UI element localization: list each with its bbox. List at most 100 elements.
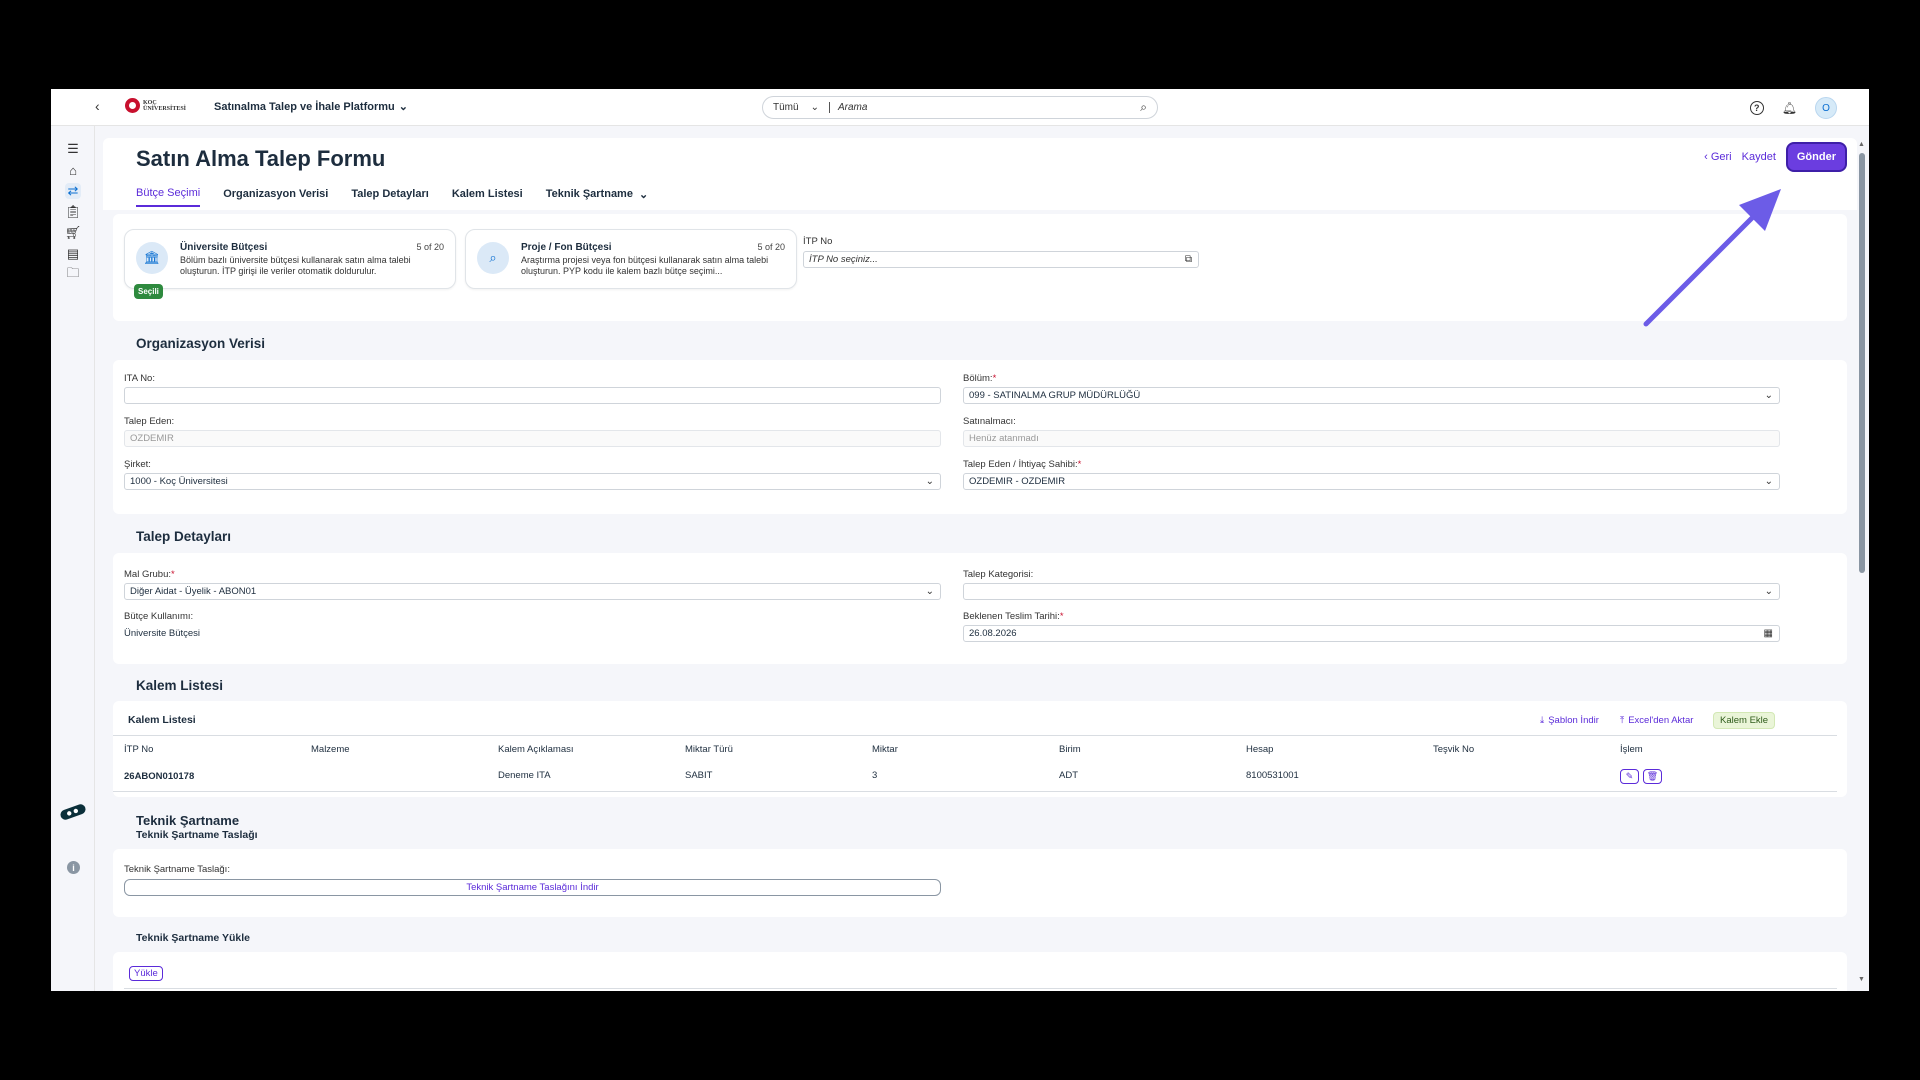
spec-draft-title: Teknik Şartname Taslağı xyxy=(136,829,258,841)
add-item-button[interactable]: Kalem Ekle xyxy=(1713,712,1776,729)
upload-icon: ⤒ xyxy=(1620,715,1625,726)
tab-budget[interactable]: Bütçe Seçimi xyxy=(136,187,201,207)
app-window: ‹ KOÇ ÜNİVERSİTESİ Satınalma Talep ve İh… xyxy=(51,89,1869,991)
budget-selection-card: 🏛︎ Üniversite Bütçesi 5 of 20 Bölüm bazl… xyxy=(113,214,1847,321)
back-button[interactable]: ‹ Geri xyxy=(1704,151,1732,163)
spec-upload-title: Teknik Şartname Yükle xyxy=(136,932,250,944)
items-card: Kalem Listesi ⤓ Şablon İndir ⤒ Excel'den A… xyxy=(113,701,1847,797)
bandage-icon[interactable] xyxy=(57,802,89,822)
calendar-icon[interactable]: ▦ xyxy=(1764,628,1773,639)
upload-button[interactable]: Yükle xyxy=(129,966,163,981)
upload-divider xyxy=(124,988,1837,989)
side-navigation: ☰ ⌂ ⇄ 📋︎ 🛒︎ ▤ 🗀 i xyxy=(51,126,95,991)
table-row-divider xyxy=(113,791,1837,792)
page-title: Satın Alma Talep Formu xyxy=(136,146,386,171)
column-header: İTP No xyxy=(124,744,154,755)
tile-title: Proje / Fon Bütçesi xyxy=(521,242,612,253)
column-header: Malzeme xyxy=(311,744,350,755)
ita-input[interactable] xyxy=(124,387,941,404)
search-scope-value: Tümü xyxy=(773,102,799,113)
scroll-up-icon[interactable]: ▲ xyxy=(1858,141,1865,148)
send-button[interactable]: Gönder xyxy=(1785,142,1847,172)
department-label: Bölüm:* xyxy=(963,373,997,384)
cell-quantity: 3 xyxy=(872,770,878,781)
details-card: Mal Grubu:* Diğer Aidat - Üyelik - ABON0… xyxy=(113,553,1847,664)
bell-icon[interactable]: 🔔︎ xyxy=(1782,101,1797,115)
cell-account: 8100531001 xyxy=(1246,770,1299,781)
page-header: Satın Alma Talep Formu Bütçe Seçimi Orga… xyxy=(103,138,1857,210)
university-budget-tile[interactable]: 🏛︎ Üniversite Bütçesi 5 of 20 Bölüm bazl… xyxy=(124,229,456,289)
tile-description: Araştırma projesi veya fon bütçesi kulla… xyxy=(521,255,769,276)
shell-bar: ‹ KOÇ ÜNİVERSİTESİ Satınalma Talep ve İh… xyxy=(51,89,1869,126)
chevron-down-icon: ⌄ xyxy=(638,188,649,201)
itp-label: İTP No xyxy=(803,236,833,247)
search-icon[interactable]: ⌕ xyxy=(1140,100,1147,115)
download-template-button[interactable]: ⤓ Şablon İndir xyxy=(1540,715,1599,726)
section-title-organization: Organizasyon Verisi xyxy=(136,336,266,351)
material-group-select[interactable]: Diğer Aidat - Üyelik - ABON01 ⌄ xyxy=(124,583,941,600)
ita-label: ITA No: xyxy=(124,373,155,384)
avatar[interactable]: O xyxy=(1815,97,1837,119)
organization-card: ITA No: Bölüm:* 099 - SATINALMA GRUP MÜD… xyxy=(113,360,1847,514)
column-header: Teşvik No xyxy=(1433,744,1475,755)
koc-logo[interactable]: KOÇ ÜNİVERSİTESİ xyxy=(125,98,186,113)
object-page: Satın Alma Talep Formu Bütçe Seçimi Orga… xyxy=(103,138,1857,991)
logo-mark-icon xyxy=(125,98,140,113)
chevron-down-icon: ⌄ xyxy=(925,586,934,597)
tab-organization[interactable]: Organizasyon Verisi xyxy=(223,187,328,207)
scrollbar-thumb[interactable] xyxy=(1859,153,1865,573)
company-label: Şirket: xyxy=(124,459,151,470)
tab-items[interactable]: Kalem Listesi xyxy=(452,187,523,207)
page-scrollbar[interactable]: ▲ ▼ xyxy=(1858,141,1866,985)
menu-icon[interactable]: ☰ xyxy=(65,141,81,157)
import-excel-button[interactable]: ⤒ Excel'den Aktar xyxy=(1620,715,1693,726)
itp-placeholder: İTP No seçiniz... xyxy=(809,254,878,265)
category-label: Talep Kategorisi: xyxy=(963,569,1034,580)
material-group-label: Mal Grubu:* xyxy=(124,569,175,580)
value-help-icon[interactable]: ⧉ xyxy=(1185,254,1192,265)
owner-select[interactable]: OZDEMIR - OZDEMIR ⌄ xyxy=(963,473,1780,490)
chevron-down-icon: ⌄ xyxy=(1764,476,1773,487)
annotation-arrow-icon xyxy=(1643,189,1781,327)
document-list-icon[interactable]: ▤ xyxy=(65,246,81,262)
edit-icon[interactable]: ✎ xyxy=(1620,769,1639,784)
cell-unit: ADT xyxy=(1059,770,1078,781)
department-select[interactable]: 099 - SATINALMA GRUP MÜDÜRLÜĞÜ ⌄ xyxy=(963,387,1780,404)
download-icon: ⤓ xyxy=(1540,715,1545,726)
save-button[interactable]: Kaydet xyxy=(1742,151,1776,163)
column-header: Hesap xyxy=(1246,744,1274,755)
building-icon: 🏛︎ xyxy=(136,242,168,274)
delivery-date-picker[interactable]: 26.08.2026 ▦ xyxy=(963,625,1780,642)
spec-draft-card: Teknik Şartname Taslağı: Teknik Şartname… xyxy=(113,849,1847,917)
info-icon[interactable]: i xyxy=(67,861,80,874)
search-scope-select[interactable]: Tümü ⌄ xyxy=(763,102,819,113)
home-icon[interactable]: ⌂ xyxy=(65,162,81,178)
cart-icon[interactable]: 🛒︎ xyxy=(65,225,82,241)
category-select[interactable]: ⌄ xyxy=(963,583,1780,600)
buyer-field: Henüz atanmadı xyxy=(963,430,1780,447)
project-budget-tile[interactable]: ⌕ Proje / Fon Bütçesi 5 of 20 Araştırma … xyxy=(465,229,797,289)
delete-icon[interactable]: 🗑︎ xyxy=(1643,769,1662,784)
help-icon[interactable]: ? xyxy=(1749,101,1764,115)
company-select[interactable]: 1000 - Koç Üniversitesi ⌄ xyxy=(124,473,941,490)
scroll-down-icon[interactable]: ▼ xyxy=(1858,976,1865,983)
search-input[interactable]: Arama xyxy=(838,102,1140,113)
tile-count: 5 of 20 xyxy=(757,242,785,252)
purchase-request-icon[interactable]: ⇄ xyxy=(65,183,81,199)
chevron-down-icon: ⌄ xyxy=(810,102,819,113)
itp-input[interactable]: İTP No seçiniz... ⧉ xyxy=(803,251,1199,268)
column-header: İşlem xyxy=(1620,744,1643,755)
tab-spec[interactable]: Teknik Şartname ⌄ xyxy=(546,187,648,207)
global-search: Tümü ⌄ Arama ⌕ xyxy=(762,96,1158,119)
folder-icon[interactable]: 🗀 xyxy=(65,265,81,283)
header-actions: ‹ Geri Kaydet Gönder xyxy=(1704,142,1847,172)
back-chevron-icon[interactable]: ‹ xyxy=(95,98,100,114)
section-tabs: Bütçe Seçimi Organizasyon Verisi Talep D… xyxy=(136,187,648,207)
clipboard-icon[interactable]: 📋︎ xyxy=(65,204,82,220)
table-header-divider xyxy=(113,735,1837,736)
tab-details[interactable]: Talep Detayları xyxy=(351,187,428,207)
tile-title: Üniversite Bütçesi xyxy=(180,242,268,253)
chevron-down-icon: ⌄ xyxy=(398,101,408,113)
spec-draft-download-button[interactable]: Teknik Şartname Taslağını İndir xyxy=(124,879,941,896)
platform-switcher[interactable]: Satınalma Talep ve İhale Platformu ⌄ xyxy=(214,100,408,114)
